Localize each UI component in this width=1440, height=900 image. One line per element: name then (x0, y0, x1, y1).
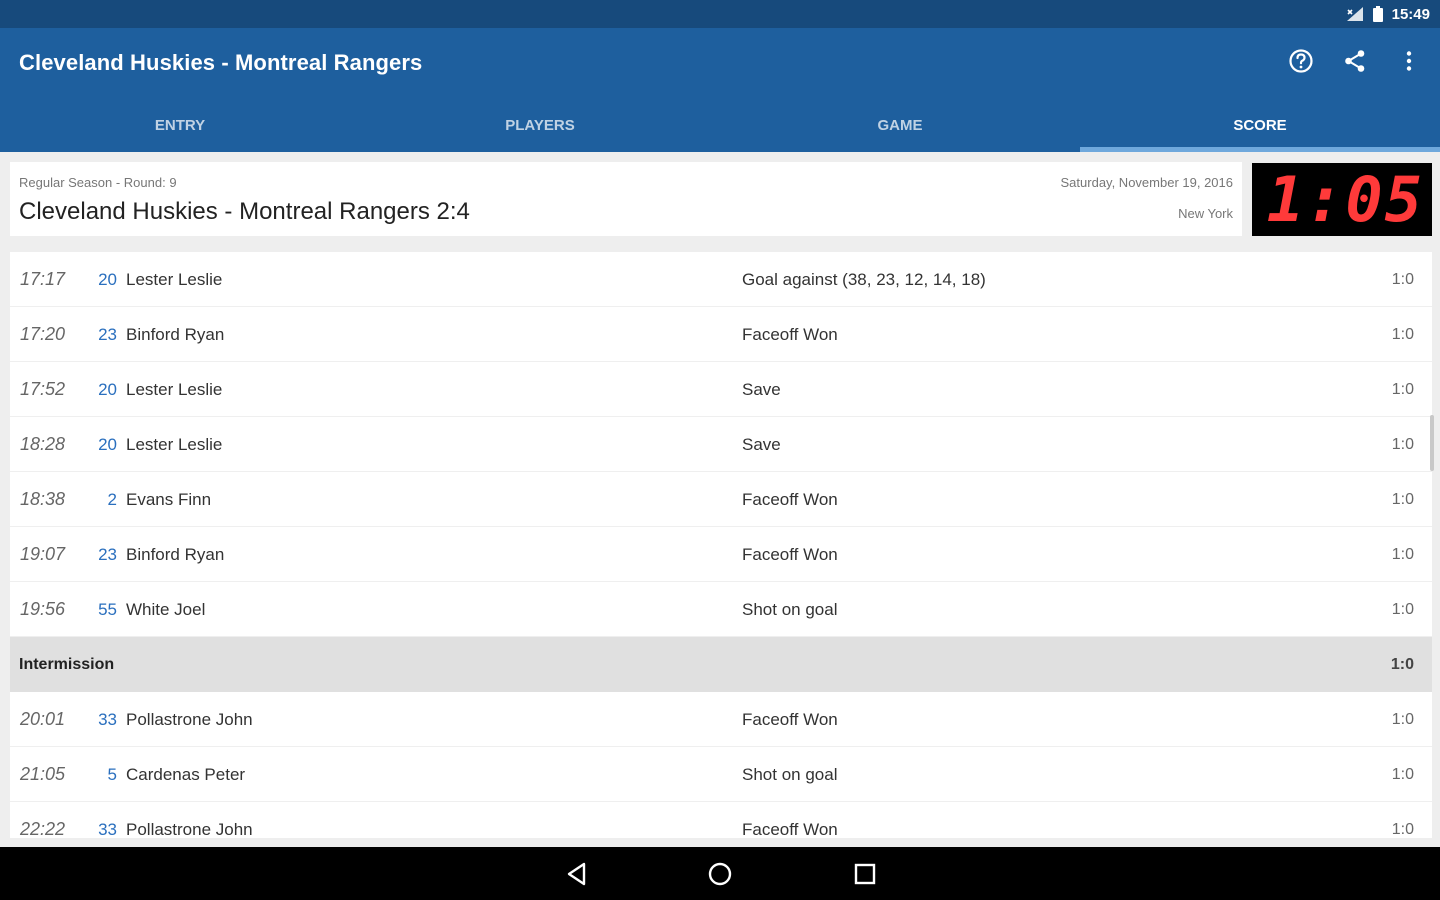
recents-icon[interactable] (850, 859, 880, 889)
event-time: 18:28 (20, 434, 66, 454)
event-action: Shot on goal (742, 765, 838, 784)
share-icon[interactable] (1342, 48, 1368, 74)
event-row[interactable]: 17:20 23 Binford Ryan Faceoff Won 1:0 (10, 307, 1432, 362)
event-row[interactable]: 21:05 5 Cardenas Peter Shot on goal 1:0 (10, 747, 1432, 802)
event-row[interactable]: 17:52 20 Lester Leslie Save 1:0 (10, 362, 1432, 417)
event-score: 1:0 (1391, 326, 1414, 343)
tab-entry[interactable]: ENTRY (0, 100, 360, 152)
event-score: 1:0 (1391, 766, 1414, 783)
event-score: 1:0 (1391, 821, 1414, 838)
event-action: Faceoff Won (742, 710, 838, 729)
event-score: 1:0 (1391, 271, 1414, 288)
player-name: Evans Finn (126, 490, 212, 509)
page-title: Cleveland Huskies - Montreal Rangers (19, 50, 423, 75)
player-number: 23 (98, 545, 117, 564)
event-row[interactable]: 18:38 2 Evans Finn Faceoff Won 1:0 (10, 472, 1432, 527)
event-action: Save (742, 435, 781, 454)
event-time: 17:17 (20, 269, 66, 289)
match-round: Regular Season - Round: 9 (19, 175, 177, 190)
game-clock: 1:05 (1252, 163, 1432, 236)
event-time: 18:38 (20, 489, 66, 509)
signal-icon (1346, 6, 1364, 22)
player-number: 2 (107, 490, 117, 509)
player-number: 20 (98, 380, 117, 399)
event-action: Shot on goal (742, 600, 838, 619)
player-number: 33 (98, 820, 117, 838)
app-bar: Cleveland Huskies - Montreal Rangers ENT… (0, 28, 1440, 152)
player-number: 55 (98, 600, 117, 619)
event-score: 1:0 (1391, 711, 1414, 728)
player-name: Lester Leslie (126, 270, 223, 289)
player-name: Lester Leslie (126, 435, 223, 454)
event-row[interactable]: 20:01 33 Pollastrone John Faceoff Won 1:… (10, 692, 1432, 747)
event-score: 1:0 (1390, 656, 1414, 673)
event-score: 1:0 (1391, 491, 1414, 508)
player-name: Binford Ryan (126, 325, 225, 344)
intermission-row: Intermission 1:0 (10, 637, 1432, 692)
event-score: 1:0 (1391, 601, 1414, 618)
player-name: White Joel (126, 600, 206, 619)
tab-bar: ENTRY PLAYERS GAME SCORE (0, 100, 1440, 152)
event-score: 1:0 (1391, 381, 1414, 398)
player-number: 20 (98, 270, 117, 289)
event-row[interactable]: 19:56 55 White Joel Shot on goal 1:0 (10, 582, 1432, 637)
event-action: Save (742, 380, 781, 399)
event-action: Faceoff Won (742, 545, 838, 564)
player-name: Cardenas Peter (126, 765, 246, 784)
event-time: 21:05 (20, 764, 66, 784)
player-name: Lester Leslie (126, 380, 223, 399)
match-location: New York (1178, 206, 1233, 221)
event-time: 19:56 (20, 599, 66, 619)
home-icon[interactable] (705, 859, 735, 889)
status-bar: 15:49 (0, 0, 1440, 28)
scrollbar[interactable] (1430, 415, 1434, 471)
event-time: 19:07 (20, 544, 66, 564)
tab-score[interactable]: SCORE (1080, 100, 1440, 152)
player-name: Binford Ryan (126, 545, 225, 564)
event-action: Faceoff Won (742, 490, 838, 509)
player-number: 33 (98, 710, 117, 729)
player-number: 20 (98, 435, 117, 454)
battery-icon (1372, 5, 1384, 23)
event-row[interactable]: 18:28 20 Lester Leslie Save 1:0 (10, 417, 1432, 472)
event-row[interactable]: 17:17 20 Lester Leslie Goal against (38,… (10, 252, 1432, 307)
status-indicators: 15:49 (1346, 4, 1430, 24)
player-name: Pollastrone John (126, 710, 253, 729)
match-date: Saturday, November 19, 2016 (1060, 175, 1233, 190)
tab-players[interactable]: PLAYERS (360, 100, 720, 152)
player-number: 23 (98, 325, 117, 344)
event-row[interactable]: 19:07 23 Binford Ryan Faceoff Won 1:0 (10, 527, 1432, 582)
more-vert-icon[interactable] (1396, 48, 1422, 74)
clock-time: 15:49 (1391, 5, 1430, 23)
player-name: Pollastrone John (126, 820, 253, 838)
event-time: 17:52 (20, 379, 66, 399)
event-time: 22:22 (20, 819, 66, 838)
player-number: 5 (107, 765, 117, 784)
event-score: 1:0 (1391, 436, 1414, 453)
back-icon[interactable] (562, 859, 592, 889)
event-action: Goal against (38, 23, 12, 14, 18) (742, 270, 986, 289)
event-time: 17:20 (20, 324, 66, 344)
tab-game[interactable]: GAME (720, 100, 1080, 152)
match-header: Regular Season - Round: 9 Cleveland Husk… (10, 162, 1242, 236)
match-title: Cleveland Huskies - Montreal Rangers 2:4 (19, 198, 470, 225)
events-list: 17:17 20 Lester Leslie Goal against (38,… (10, 252, 1432, 838)
event-action: Faceoff Won (742, 325, 838, 344)
app-actions (1288, 48, 1422, 74)
intermission-label: Intermission (19, 656, 115, 673)
event-time: 20:01 (20, 709, 66, 729)
event-row[interactable]: 22:22 33 Pollastrone John Faceoff Won 1:… (10, 802, 1432, 838)
system-nav-bar (0, 847, 1440, 900)
event-score: 1:0 (1391, 546, 1414, 563)
event-action: Faceoff Won (742, 820, 838, 838)
help-icon[interactable] (1288, 48, 1314, 74)
